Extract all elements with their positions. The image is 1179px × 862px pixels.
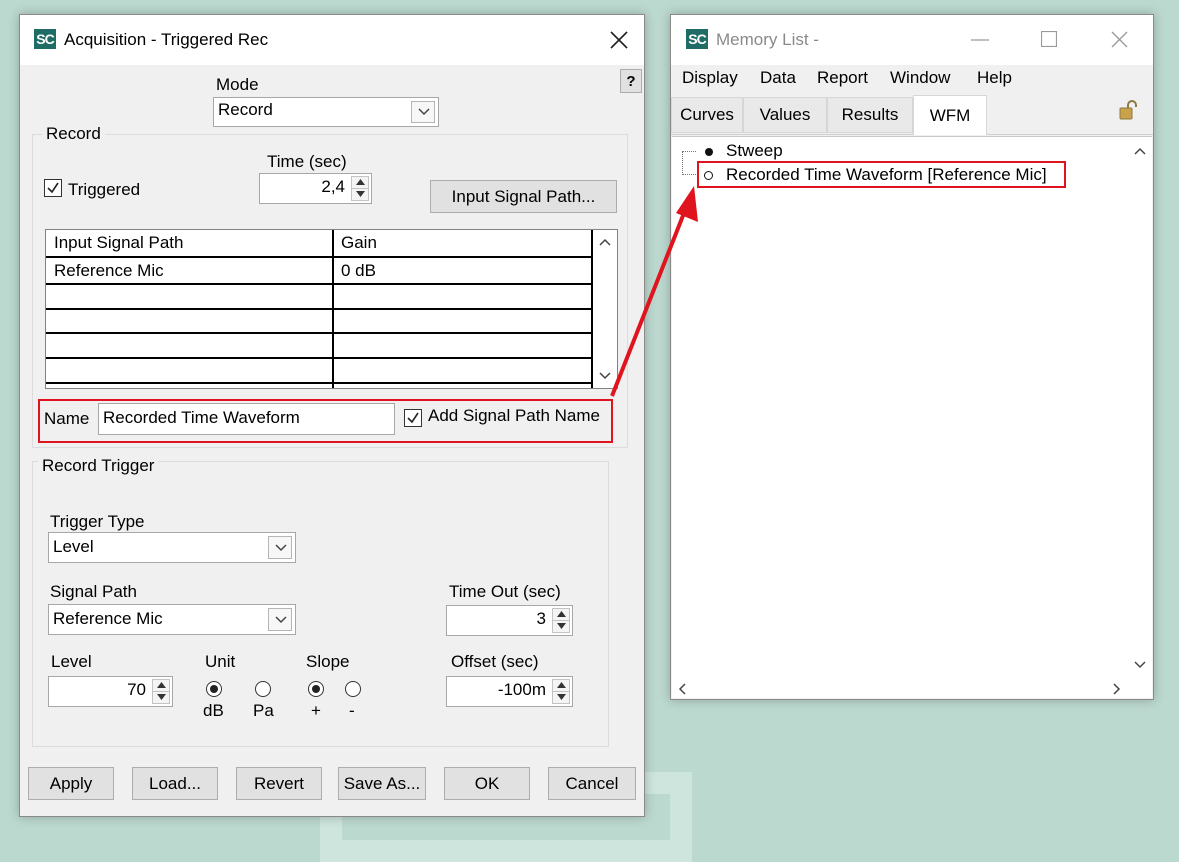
- annotation-arrow: [610, 186, 698, 397]
